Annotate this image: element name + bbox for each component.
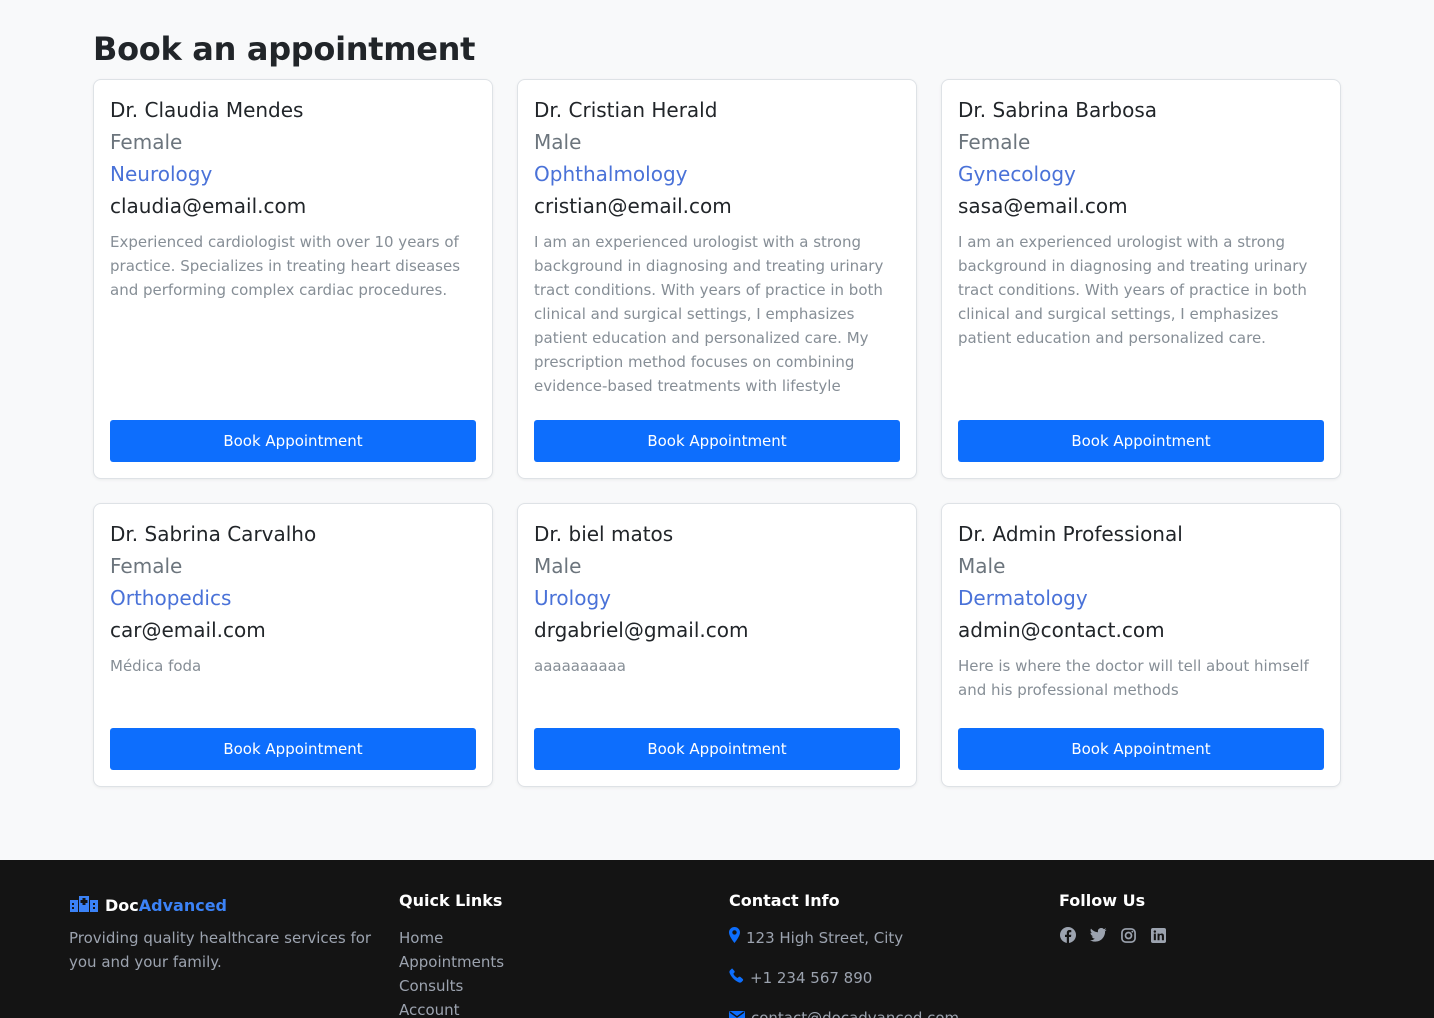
doctor-card: Dr. Admin Professional Male Dermatology … <box>941 503 1341 787</box>
doctor-name: Dr. biel matos <box>534 522 674 546</box>
brand-name-doc: Doc <box>105 895 139 915</box>
doctor-bio: I am an experienced urologist with a str… <box>534 233 884 395</box>
doctor-email: admin@contact.com <box>958 618 1165 642</box>
doctor-gender: Male <box>958 554 1006 578</box>
quick-links-heading: Quick Links <box>399 891 503 910</box>
doctor-bio: Médica foda <box>110 657 202 675</box>
doctor-card: Dr. Sabrina Barbosa Female Gynecology sa… <box>941 79 1341 479</box>
doctor-gender: Female <box>110 554 183 578</box>
doctor-gender: Male <box>534 130 582 154</box>
doctor-specialty: Gynecology <box>958 162 1076 186</box>
book-appointment-button[interactable]: Book Appointment <box>110 420 476 462</box>
doctor-name: Dr. Admin Professional <box>958 522 1183 546</box>
doctor-specialty: Neurology <box>110 162 213 186</box>
follow-column: Follow Us <box>1059 890 1167 944</box>
follow-heading: Follow Us <box>1059 891 1146 910</box>
footer-link-home[interactable]: Home <box>399 926 504 950</box>
doctor-gender: Female <box>958 130 1031 154</box>
contact-address: 123 High Street, City <box>729 926 959 950</box>
doctor-card: Dr. Sabrina Carvalho Female Orthopedics … <box>93 503 493 787</box>
footer-link-appointments[interactable]: Appointments <box>399 950 504 974</box>
instagram-icon[interactable] <box>1119 926 1137 944</box>
page-title: Book an appointment <box>93 30 476 68</box>
doctor-email: car@email.com <box>110 618 266 642</box>
doctor-name: Dr. Sabrina Carvalho <box>110 522 317 546</box>
book-appointment-button[interactable]: Book Appointment <box>958 728 1324 770</box>
contact-phone: +1 234 567 890 <box>729 966 959 990</box>
linkedin-icon[interactable] <box>1149 926 1167 944</box>
quick-links-column: Quick Links Home Appointments Consults A… <box>399 890 504 1018</box>
address-text: 123 High Street, City <box>746 929 904 947</box>
doctor-card: Dr. Claudia Mendes Female Neurology clau… <box>93 79 493 479</box>
contact-column: Contact Info 123 High Street, City +1 23… <box>729 890 959 1018</box>
phone-icon <box>729 966 744 990</box>
footer-link-consults[interactable]: Consults <box>399 974 504 998</box>
doctor-gender: Female <box>110 130 183 154</box>
book-appointment-button[interactable]: Book Appointment <box>534 420 900 462</box>
book-appointment-button[interactable]: Book Appointment <box>534 728 900 770</box>
doctor-email: claudia@email.com <box>110 194 307 218</box>
brand-name-advanced: Advanced <box>138 895 228 915</box>
doctor-name: Dr. Claudia Mendes <box>110 98 304 122</box>
contact-heading: Contact Info <box>729 891 840 910</box>
doctor-bio: Experienced cardiologist with over 10 ye… <box>110 233 461 299</box>
book-appointment-button[interactable]: Book Appointment <box>958 420 1324 462</box>
facebook-icon[interactable] <box>1059 926 1077 944</box>
hospital-icon <box>69 894 99 916</box>
email-text: contact@docadvanced.com <box>751 1009 960 1018</box>
phone-text: +1 234 567 890 <box>750 969 873 987</box>
contact-email: contact@docadvanced.com <box>729 1006 959 1018</box>
doctor-gender: Male <box>534 554 582 578</box>
doctor-email: sasa@email.com <box>958 194 1128 218</box>
doctor-name: Dr. Sabrina Barbosa <box>958 98 1158 122</box>
doctor-bio: I am an experienced urologist with a str… <box>958 233 1308 347</box>
doctor-email: drgabriel@gmail.com <box>534 618 749 642</box>
doctor-specialty: Dermatology <box>958 586 1088 610</box>
doctor-specialty: Orthopedics <box>110 586 232 610</box>
doctor-email: cristian@email.com <box>534 194 732 218</box>
footer-brand-column: DocAdvanced Providing quality healthcare… <box>69 890 379 974</box>
book-appointment-button[interactable]: Book Appointment <box>110 728 476 770</box>
footer-link-account[interactable]: Account <box>399 998 504 1018</box>
map-marker-icon <box>729 926 740 950</box>
doctor-card: Dr. biel matos Male Urology drgabriel@gm… <box>517 503 917 787</box>
doctor-bio: aaaaaaaaaa <box>534 657 626 675</box>
footer: DocAdvanced Providing quality healthcare… <box>0 860 1434 1018</box>
doctor-name: Dr. Cristian Herald <box>534 98 718 122</box>
doctor-specialty: Ophthalmology <box>534 162 688 186</box>
doctor-specialty: Urology <box>534 586 611 610</box>
doctor-bio: Here is where the doctor will tell about… <box>958 657 1309 699</box>
twitter-icon[interactable] <box>1089 926 1107 944</box>
doctor-card: Dr. Cristian Herald Male Ophthalmology c… <box>517 79 917 479</box>
brand-logo[interactable]: DocAdvanced <box>69 894 379 916</box>
envelope-icon <box>729 1006 745 1018</box>
footer-tagline: Providing quality healthcare services fo… <box>69 929 372 971</box>
